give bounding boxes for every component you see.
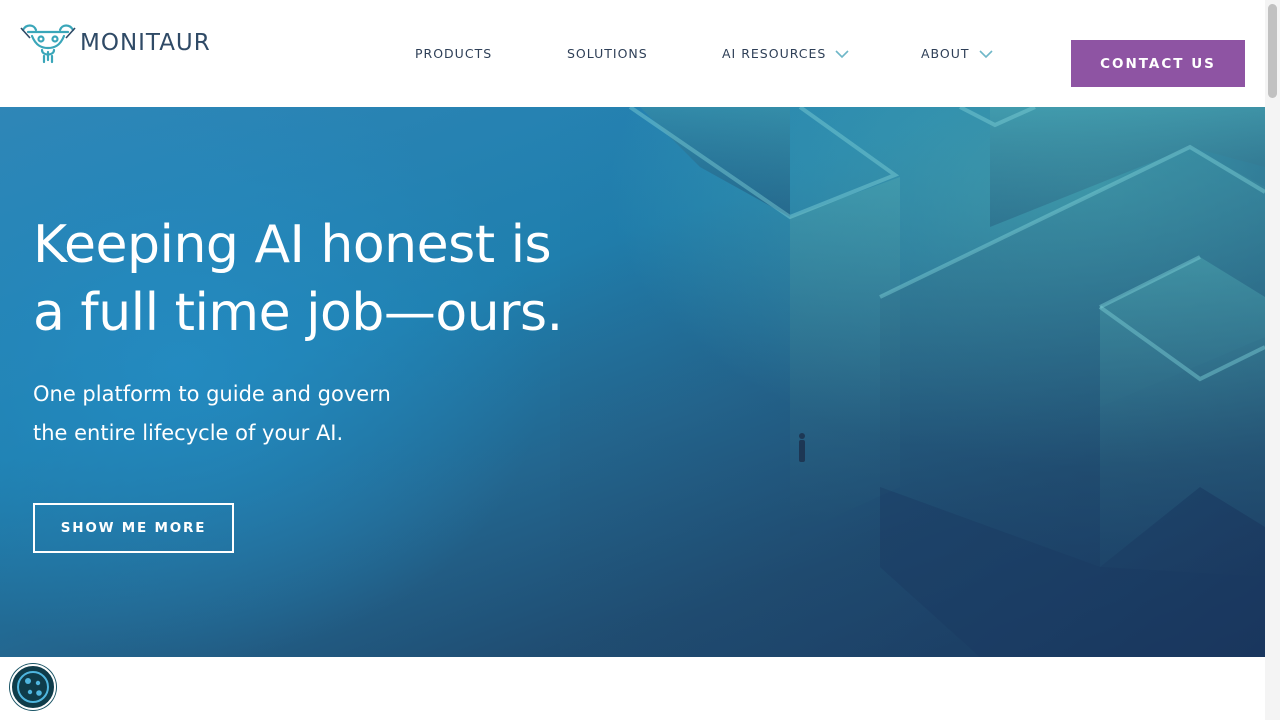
nav-item-label: PRODUCTS	[415, 46, 493, 61]
chevron-down-icon	[835, 49, 849, 58]
site-header: MONITAUR PRODUCTS SOLUTIONS AI RESOURCES…	[0, 0, 1265, 107]
chevron-down-icon	[978, 49, 993, 58]
monitaur-logo-icon	[20, 24, 76, 64]
hero-title-line: Keeping AI honest is	[33, 215, 552, 275]
nav-item-label: SOLUTIONS	[567, 46, 648, 61]
page-scrollbar[interactable]	[1265, 0, 1280, 720]
scrollbar-thumb[interactable]	[1268, 4, 1277, 98]
hero-subtitle: One platform to guide and govern the ent…	[33, 375, 463, 453]
contact-us-button[interactable]: CONTACT US	[1071, 40, 1245, 87]
nav-item-about[interactable]: ABOUT	[921, 46, 993, 61]
cookie-settings-button[interactable]	[10, 664, 56, 710]
hero-title: Keeping AI honest is a full time job—our…	[33, 211, 653, 347]
page: MONITAUR PRODUCTS SOLUTIONS AI RESOURCES…	[0, 0, 1265, 720]
cookie-icon	[17, 671, 49, 703]
hero-subtitle-line: One platform to guide and govern	[33, 382, 391, 406]
hero-section: Keeping AI honest is a full time job—our…	[0, 107, 1265, 657]
nav-item-ai-resources[interactable]: AI RESOURCES	[722, 46, 849, 61]
brand-name: MONITAUR	[80, 30, 211, 56]
show-me-more-button[interactable]: SHOW ME MORE	[33, 503, 234, 553]
hero-subtitle-line: the entire lifecycle of your AI.	[33, 421, 344, 445]
logo-link[interactable]: MONITAUR	[20, 22, 211, 64]
nav-item-products[interactable]: PRODUCTS	[415, 46, 492, 61]
nav-item-label: ABOUT	[921, 46, 970, 61]
nav-item-solutions[interactable]: SOLUTIONS	[567, 46, 648, 61]
hero-title-line: a full time job—ours.	[33, 283, 563, 343]
nav-item-label: AI RESOURCES	[722, 46, 827, 61]
